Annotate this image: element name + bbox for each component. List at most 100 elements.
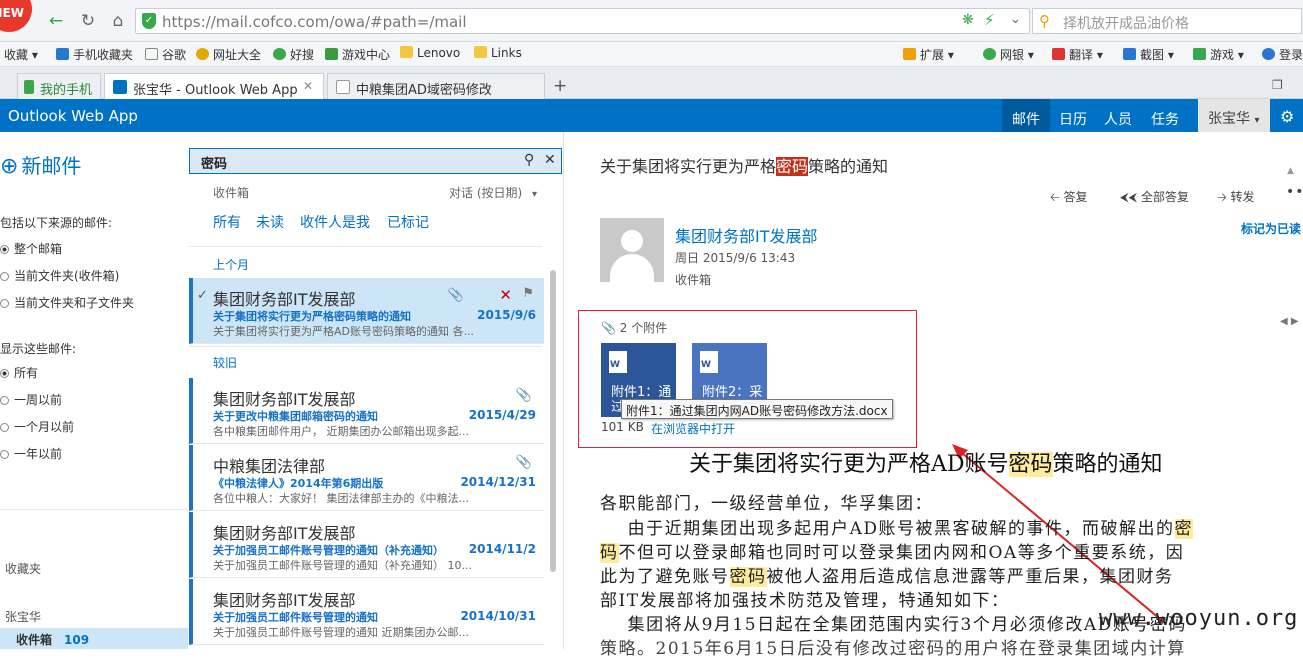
radio-week[interactable]: 一周以前: [0, 391, 62, 408]
avatar: [600, 218, 664, 282]
tool-item[interactable]: 游戏 ▾: [1193, 46, 1244, 63]
bookmark-item[interactable]: Lenovo: [400, 46, 460, 60]
plus-icon: ⊕: [0, 154, 19, 179]
tool-item[interactable]: 扩展 ▾: [903, 46, 954, 63]
tab-my-phone[interactable]: 我的手机: [17, 73, 101, 99]
browser-tab-strip: 我的手机 张宝华 - Outlook Web App ✕ 中粮集团AD域密码修改…: [0, 67, 1303, 100]
list-item[interactable]: 中粮集团法律部 📎 《中粮法律人》2014年第6期出版 2014/12/31 各…: [189, 445, 544, 511]
mail-date: 2014/11/2: [468, 542, 536, 556]
account-label[interactable]: 张宝华: [5, 608, 41, 625]
bookmark-item[interactable]: 谷歌: [145, 46, 186, 63]
url-field[interactable]: ✓ https://mail.cofco.com/owa/#path=/mail…: [135, 8, 1030, 34]
left-panel: ⊕ 新邮件 包括以下来源的邮件: 整个邮箱 当前文件夹(收件箱) 当前文件夹和子文…: [0, 132, 188, 649]
filter-unread[interactable]: 未读: [256, 212, 284, 232]
new-tab-icon[interactable]: +: [553, 76, 567, 96]
bookmark-item[interactable]: Links: [474, 46, 522, 60]
check-icon[interactable]: ✓: [197, 288, 208, 303]
home-icon[interactable]: ⌂: [108, 11, 128, 31]
list-item[interactable]: 集团财务部IT发展部 关于加强员工邮件账号管理的通知 2014/10/31 关于…: [189, 579, 544, 645]
radio-month[interactable]: 一个月以前: [0, 418, 74, 435]
close-icon[interactable]: ✕: [303, 79, 313, 93]
mark-read-link[interactable]: 标记为已读: [1241, 220, 1301, 237]
attachment-icon: 📎: [601, 321, 616, 335]
attachment-nav-icon[interactable]: ◀ ▶: [1280, 316, 1299, 327]
message-list: 密码 ⚲ ✕ 收件箱 对话 (按日期) ▾ 所有 未读 收件人是我 已标记 上个…: [188, 132, 563, 649]
filter-all[interactable]: 所有: [213, 212, 241, 232]
search-value: 密码: [201, 157, 228, 172]
user-menu[interactable]: 张宝华 ▾: [1198, 99, 1270, 132]
new-mail-label: 新邮件: [21, 154, 82, 178]
reading-pane: 关于集团将实行更为严格密码策略的通知 ▲ 🡠 答复 ⮜⮜ 全部答复 🡢 转发 •…: [563, 132, 1303, 659]
new-mail-button[interactable]: ⊕ 新邮件: [0, 150, 81, 179]
flag-icon[interactable]: ⚑: [522, 286, 534, 301]
gear-icon[interactable]: ⚙: [1280, 107, 1294, 126]
tool-item[interactable]: 截图 ▾: [1123, 46, 1174, 63]
lightning-icon[interactable]: ⚡: [984, 11, 995, 29]
attachment-name: 附件2：采: [702, 385, 763, 400]
restore-icon[interactable]: ❐: [1272, 78, 1283, 92]
list-item[interactable]: 集团财务部IT发展部 关于加强员工邮件账号管理的通知（补充通知） 2014/11…: [189, 512, 544, 578]
tool-item[interactable]: 登录: [1262, 46, 1303, 63]
tab-outlook[interactable]: 张宝华 - Outlook Web App ✕: [104, 73, 324, 100]
search-input[interactable]: 密码 ⚲ ✕: [189, 148, 562, 174]
list-item[interactable]: 集团财务部IT发展部 📎 关于更改中粮集团邮箱密码的通知 2015/4/29 各…: [189, 378, 544, 444]
more-icon[interactable]: •••: [1286, 184, 1303, 200]
attachment-tooltip: 附件1：通过集团内网AD账号密码修改方法.docx: [621, 399, 893, 419]
outlook-icon: [113, 80, 127, 94]
radio-current-folder[interactable]: 当前文件夹(收件箱): [0, 267, 119, 284]
bookmark-item[interactable]: 好搜: [273, 46, 314, 63]
sort-dropdown[interactable]: 对话 (按日期) ▾: [449, 184, 537, 201]
nav-calendar[interactable]: 日历: [1059, 109, 1087, 129]
radio-year[interactable]: 一年以前: [0, 445, 62, 462]
owa-header: Outlook Web App 邮件 日历 人员 任务 张宝华 ▾ ⚙: [0, 99, 1303, 132]
mail-from: 集团财务部IT发展部: [213, 524, 356, 543]
word-icon: W: [609, 351, 627, 373]
filter-flagged[interactable]: 已标记: [387, 212, 429, 232]
divider: [0, 509, 188, 510]
nav-mail[interactable]: 邮件: [1002, 99, 1050, 132]
tab-ad-password[interactable]: 中粮集团AD域密码修改: [327, 73, 545, 99]
delete-icon[interactable]: ✕: [499, 286, 512, 304]
scrollbar[interactable]: [550, 270, 556, 572]
body-paragraph: 部IT发展部将加强技术防范及管理，特通知如下：: [600, 591, 1010, 611]
search-icon[interactable]: ⚲: [524, 152, 534, 168]
tool-item[interactable]: 翻译 ▾: [1052, 46, 1103, 63]
refresh-icon[interactable]: ↻: [78, 11, 98, 31]
back-icon[interactable]: ←: [46, 11, 66, 31]
watermark: www.wooyun.org: [1099, 606, 1299, 631]
browser-search-input[interactable]: ⚲ 择机放开成品油价格: [1032, 8, 1302, 34]
filter-to-me[interactable]: 收件人是我: [300, 212, 370, 232]
reply-button[interactable]: 🡠 答复: [1050, 188, 1088, 209]
radio-all[interactable]: 所有: [0, 364, 38, 381]
list-item[interactable]: ✓ 集团财务部IT发展部 📎 ✕ ⚑ 关于集团将实行更为严格密码策略的通知 20…: [189, 278, 544, 344]
bookmark-item[interactable]: 游戏中心: [325, 46, 390, 63]
page-icon: [336, 80, 350, 94]
tool-item[interactable]: 网银 ▾: [983, 46, 1034, 63]
accelerate-icon[interactable]: ❋: [962, 12, 974, 28]
favorites-label[interactable]: 收藏夹: [5, 560, 41, 577]
scroll-up-icon[interactable]: ▲: [1287, 166, 1294, 176]
attachment-icon: 📎: [447, 288, 464, 303]
mail-subject: 关于更改中粮集团邮箱密码的通知: [213, 410, 378, 423]
bookmark-item[interactable]: 网址大全: [196, 46, 261, 63]
bookmark-item[interactable]: 手机收藏夹: [56, 46, 133, 63]
sender-name[interactable]: 集团财务部IT发展部: [675, 223, 818, 247]
tab-label: 中粮集团AD域密码修改: [356, 83, 492, 98]
forward-button[interactable]: 🡢 转发: [1217, 188, 1255, 209]
forward-label: 转发: [1230, 190, 1255, 204]
mail-from: 集团财务部IT发展部: [213, 290, 356, 309]
mail-preview: 关于加强员工邮件账号管理的通知 近期集团办公邮...: [213, 626, 469, 639]
bookmark-item[interactable]: 收藏 ▾: [4, 46, 38, 63]
reply-all-button[interactable]: ⮜⮜ 全部答复: [1120, 188, 1189, 205]
mail-subject: 关于加强员工邮件账号管理的通知: [213, 611, 378, 624]
nav-tasks[interactable]: 任务: [1151, 109, 1179, 129]
folder-inbox[interactable]: 收件箱 109: [0, 628, 188, 649]
chevron-down-icon[interactable]: ⌄: [1010, 12, 1021, 27]
inbox-count: 109: [64, 633, 90, 647]
nav-people[interactable]: 人员: [1104, 109, 1132, 129]
close-icon[interactable]: ✕: [544, 152, 556, 168]
radio-entire-mailbox[interactable]: 整个邮箱: [0, 240, 62, 257]
open-in-browser-link[interactable]: 在浏览器中打开: [651, 420, 735, 437]
mail-from: 集团财务部IT发展部: [213, 390, 356, 409]
radio-folder-subfolders[interactable]: 当前文件夹和子文件夹: [0, 294, 134, 311]
